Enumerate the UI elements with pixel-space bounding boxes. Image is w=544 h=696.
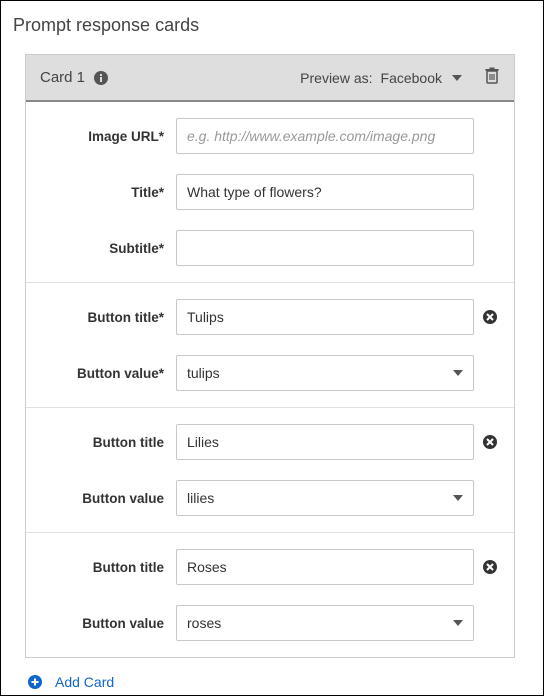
caret-down-icon [453,370,463,376]
subtitle-label: Subtitle* [26,241,176,256]
image-url-label: Image URL* [26,129,176,144]
section-basic-info: Image URL* Title* Subtitle* [26,102,514,282]
button-value-select[interactable]: lilies [176,480,474,516]
add-card-button[interactable]: Add Card [27,674,114,690]
button-value-label: Button value [26,616,176,631]
remove-button-icon[interactable] [480,309,500,325]
button-title-input[interactable] [176,299,474,335]
remove-button-icon[interactable] [480,434,500,450]
page-title: Prompt response cards [11,15,533,36]
button-value-label: Button value* [26,366,176,381]
button-value-select[interactable]: roses [176,605,474,641]
caret-down-icon [453,620,463,626]
button-title-label: Button title [26,560,176,575]
button-title-input[interactable] [176,424,474,460]
caret-down-icon [452,75,462,81]
button-title-label: Button title [26,435,176,450]
button-section-1: Button title Button value lilies [26,407,514,532]
button-value-select[interactable]: tulips [176,355,474,391]
card-header: Card 1 Preview as: Facebook [26,55,514,102]
button-value-text: roses [187,615,221,631]
button-value-text: tulips [187,365,220,381]
image-url-input[interactable] [176,118,474,154]
info-icon[interactable] [93,70,109,86]
button-title-label: Button title* [26,310,176,325]
title-label: Title* [26,185,176,200]
preview-as-select[interactable]: Facebook [381,70,462,86]
button-section-0: Button title* Button value* tulips [26,282,514,407]
card-label: Card 1 [40,69,85,86]
button-value-text: lilies [187,490,214,506]
delete-card-button[interactable] [484,67,500,88]
preview-as-label: Preview as: [300,70,372,86]
card-container: Card 1 Preview as: Facebook Image URL* T… [25,54,515,658]
plus-circle-icon [27,674,43,690]
button-section-2: Button title Button value roses [26,532,514,657]
remove-button-icon[interactable] [480,559,500,575]
title-input[interactable] [176,174,474,210]
button-title-input[interactable] [176,549,474,585]
subtitle-input[interactable] [176,230,474,266]
add-card-label: Add Card [55,674,114,690]
button-value-label: Button value [26,491,176,506]
caret-down-icon [453,495,463,501]
preview-as-value: Facebook [381,70,442,86]
